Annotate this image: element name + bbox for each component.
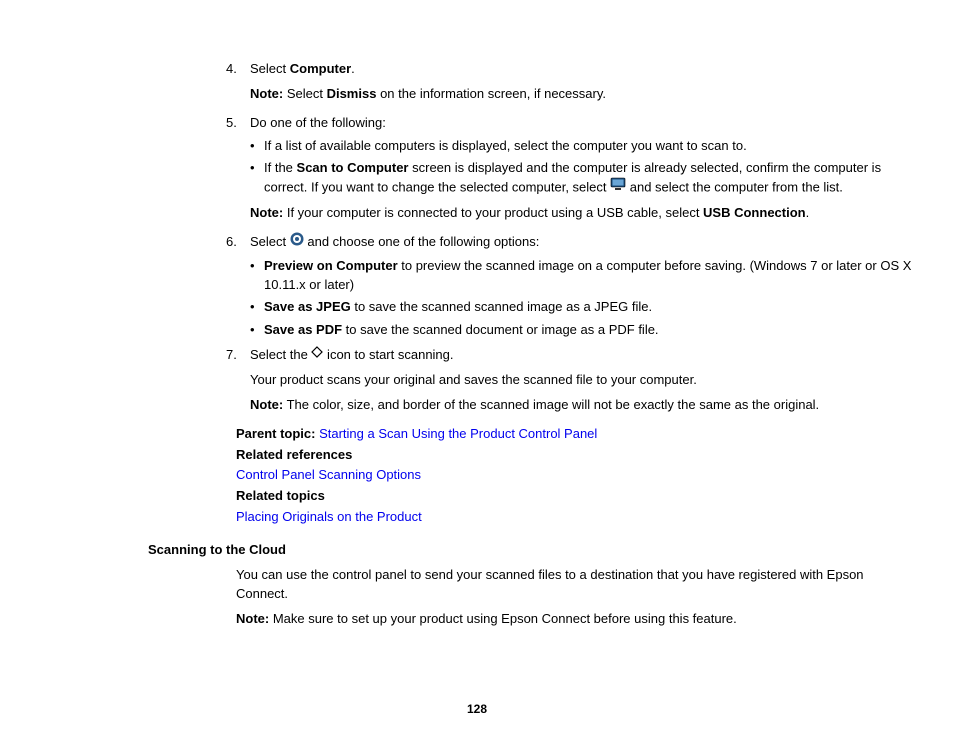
parent-topic: Parent topic: Starting a Scan Using the … [236, 425, 914, 444]
text: to save the scanned scanned image as a J… [351, 299, 652, 314]
step-5-note: Note: If your computer is connected to y… [120, 204, 914, 223]
text: If the [264, 160, 297, 175]
note-label: Note: [236, 611, 269, 626]
gear-icon [290, 232, 304, 252]
step-5-bullets: If a list of available computers is disp… [250, 137, 914, 199]
bold-text: Scan to Computer [297, 160, 409, 175]
text: Make sure to set up your product using E… [269, 611, 737, 626]
text: and select the computer from the list. [626, 180, 843, 195]
references: Parent topic: Starting a Scan Using the … [120, 425, 914, 527]
bullet-item: Save as JPEG to save the scanned scanned… [250, 298, 914, 317]
diamond-icon [311, 345, 323, 364]
cloud-note: Note: Make sure to set up your product u… [236, 610, 914, 629]
section-heading-cloud: Scanning to the Cloud [148, 541, 914, 560]
bold-text: Save as JPEG [264, 299, 351, 314]
step-text: Select Computer. [250, 61, 355, 76]
text: Select [250, 234, 290, 249]
related-topics-label: Related topics [236, 487, 914, 506]
step-4-note: Note: Select Dismiss on the information … [120, 85, 914, 104]
note-label: Note: [250, 86, 283, 101]
step-number: 5. [226, 114, 246, 133]
text: If a list of available computers is disp… [264, 138, 747, 153]
text: If your computer is connected to your pr… [283, 205, 703, 220]
ordered-steps-cont2: 6. Select and choose one of the followin… [120, 233, 914, 390]
label: Parent topic: [236, 426, 315, 441]
content-area: 4. Select Computer. Note: Select Dismiss… [120, 60, 914, 628]
monitor-icon [610, 177, 626, 197]
bullet-item: If the Scan to Computer screen is displa… [250, 159, 914, 198]
step-text: Select and choose one of the following o… [250, 234, 539, 249]
text: Select [250, 61, 290, 76]
text: and choose one of the following options: [304, 234, 540, 249]
step-number: 4. [226, 60, 246, 79]
page-number: 128 [0, 701, 954, 718]
step-7-note: Note: The color, size, and border of the… [120, 396, 914, 415]
bullet-item: Preview on Computer to preview the scann… [250, 257, 914, 295]
ordered-steps: 4. Select Computer. [120, 60, 914, 79]
step-6-bullets: Preview on Computer to preview the scann… [250, 257, 914, 340]
cloud-body: You can use the control panel to send yo… [120, 566, 914, 629]
cloud-para: You can use the control panel to send yo… [236, 566, 914, 604]
related-topic-link[interactable]: Placing Originals on the Product [236, 509, 422, 524]
step-6: 6. Select and choose one of the followin… [120, 233, 914, 340]
bullet-item: Save as PDF to save the scanned document… [250, 321, 914, 340]
text: Select [283, 86, 326, 101]
bold-text: Dismiss [327, 86, 377, 101]
text: to save the scanned document or image as… [342, 322, 659, 337]
step-text: Do one of the following: [250, 115, 386, 130]
note-label: Note: [250, 205, 283, 220]
text: The color, size, and border of the scann… [283, 397, 819, 412]
bold-text: USB Connection [703, 205, 806, 220]
ordered-steps-cont: 5. Do one of the following: If a list of… [120, 114, 914, 198]
bold-text: Save as PDF [264, 322, 342, 337]
document-page: 4. Select Computer. Note: Select Dismiss… [0, 0, 954, 738]
related-topics: Placing Originals on the Product [236, 508, 914, 527]
bullet-item: If a list of available computers is disp… [250, 137, 914, 156]
parent-topic-link[interactable]: Starting a Scan Using the Product Contro… [319, 426, 597, 441]
step-number: 6. [226, 233, 246, 252]
related-references-label: Related references [236, 446, 914, 465]
related-references: Control Panel Scanning Options [236, 466, 914, 485]
step-7: 7. Select the icon to start scanning. Yo… [120, 346, 914, 390]
step-number: 7. [226, 346, 246, 365]
step-4: 4. Select Computer. [120, 60, 914, 79]
bold-text: Computer [290, 61, 351, 76]
text: icon to start scanning. [323, 347, 453, 362]
text: . [351, 61, 355, 76]
text: on the information screen, if necessary. [376, 86, 606, 101]
step-5: 5. Do one of the following: If a list of… [120, 114, 914, 198]
related-reference-link[interactable]: Control Panel Scanning Options [236, 467, 421, 482]
step-7-line2: Your product scans your original and sav… [250, 371, 914, 390]
text: Select the [250, 347, 311, 362]
bold-text: Preview on Computer [264, 258, 398, 273]
step-text: Select the icon to start scanning. [250, 347, 454, 362]
note-label: Note: [250, 397, 283, 412]
text: . [806, 205, 810, 220]
